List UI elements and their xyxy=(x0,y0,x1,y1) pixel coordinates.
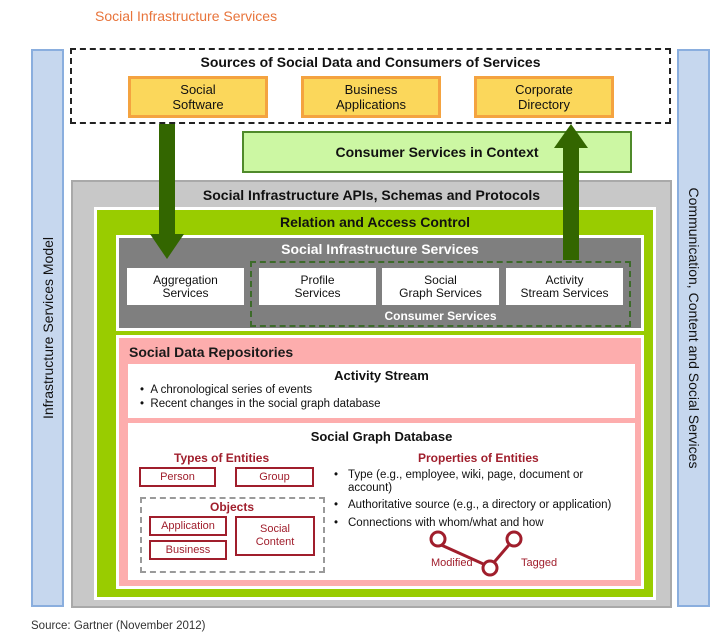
bullet-glyph: • xyxy=(334,517,339,529)
source-footer: Source: Gartner (November 2012) xyxy=(31,620,206,632)
source-line2: Software xyxy=(172,97,224,112)
social-infrastructure-services-box: Social Infrastructure Services Consumer … xyxy=(116,235,644,331)
entity-person: Person xyxy=(139,467,216,487)
source-line2: Applications xyxy=(335,97,407,112)
social-graph-database-box: Social Graph Database Types of Entities … xyxy=(128,423,635,580)
service-line2: Services xyxy=(294,285,341,300)
service-line1: Social xyxy=(424,272,457,287)
source-line1: Business xyxy=(344,82,398,97)
service-line2: Services xyxy=(162,285,209,300)
types-of-entities-heading: Types of Entities xyxy=(174,451,270,465)
property-text: Authoritative source (e.g., a directory … xyxy=(348,499,612,511)
consumer-services-label: Consumer Services xyxy=(384,309,497,323)
properties-heading: Properties of Entities xyxy=(418,451,539,465)
entity-group: Group xyxy=(235,467,314,487)
property-item: • Authoritative source (e.g., a director… xyxy=(334,499,634,512)
social-graph-heading: Social Graph Database xyxy=(310,429,453,444)
object-social-content: Social Content xyxy=(235,516,315,556)
service-line2: Graph Services xyxy=(399,285,482,300)
diagram-title: Social Infrastructure Services xyxy=(95,8,278,24)
object-application: Application xyxy=(149,516,227,536)
side-left-label: Infrastructure Services Model xyxy=(39,236,56,420)
source-social-software: Social Software xyxy=(128,76,268,118)
service-line1: Activity xyxy=(545,272,584,287)
objects-heading: Objects xyxy=(210,500,255,514)
graph-label-tagged: Tagged xyxy=(521,557,558,569)
bullet-item: • Recent changes in the social graph dat… xyxy=(140,398,381,410)
service-social-graph: Social Graph Services xyxy=(382,268,499,305)
object-business: Business xyxy=(149,540,227,560)
service-line1: Aggregation xyxy=(153,272,218,287)
bullet-glyph: • xyxy=(334,499,339,511)
source-line2: Directory xyxy=(517,97,570,112)
activity-stream-box: Activity Stream • A chronological series… xyxy=(128,364,635,418)
service-line2: Stream Services xyxy=(520,285,609,300)
property-text: Type (e.g., employee, wiki, page, docume… xyxy=(348,469,584,494)
source-corporate-directory: Corporate Directory xyxy=(474,76,614,118)
property-item: • Type (e.g., employee, wiki, page, docu… xyxy=(334,469,604,495)
graph-connection-icon xyxy=(429,530,523,577)
social-data-repositories-box: Social Data Repositories Activity Stream… xyxy=(116,335,644,589)
infrastructure-services-model-bar: Infrastructure Services Model xyxy=(31,49,64,607)
bullet-text: A chronological series of events xyxy=(150,384,313,396)
graph-node xyxy=(429,530,447,548)
sources-box: Sources of Social Data and Consumers of … xyxy=(70,48,671,124)
consumer-services-in-context: Consumer Services in Context xyxy=(242,131,632,173)
source-line1: Corporate xyxy=(515,82,573,97)
source-business-applications: Business Applications xyxy=(301,76,441,118)
bullet-item: • A chronological series of events xyxy=(140,384,313,396)
sis-heading: Social Infrastructure Services xyxy=(281,241,479,257)
communication-services-bar: Communication, Content and Social Servic… xyxy=(677,49,710,607)
graph-node xyxy=(481,559,499,577)
bullet-text: Recent changes in the social graph datab… xyxy=(150,398,381,410)
apis-heading: Social Infrastructure APIs, Schemas and … xyxy=(202,187,541,203)
service-profile: Profile Services xyxy=(259,268,376,305)
side-right-label: Communication, Content and Social Servic… xyxy=(685,187,702,469)
sources-heading: Sources of Social Data and Consumers of … xyxy=(200,54,541,70)
service-aggregation: Aggregation Services xyxy=(127,268,244,305)
graph-label-modified: Modified xyxy=(431,557,473,569)
source-line1: Social xyxy=(180,82,216,97)
relation-heading: Relation and Access Control xyxy=(279,214,471,230)
repositories-heading: Social Data Repositories xyxy=(129,344,294,360)
activity-stream-heading: Activity Stream xyxy=(334,368,429,383)
graph-node xyxy=(505,530,523,548)
service-activity-stream: Activity Stream Services xyxy=(506,268,623,305)
service-line1: Profile xyxy=(300,272,335,287)
bullet-glyph: • xyxy=(334,469,339,481)
